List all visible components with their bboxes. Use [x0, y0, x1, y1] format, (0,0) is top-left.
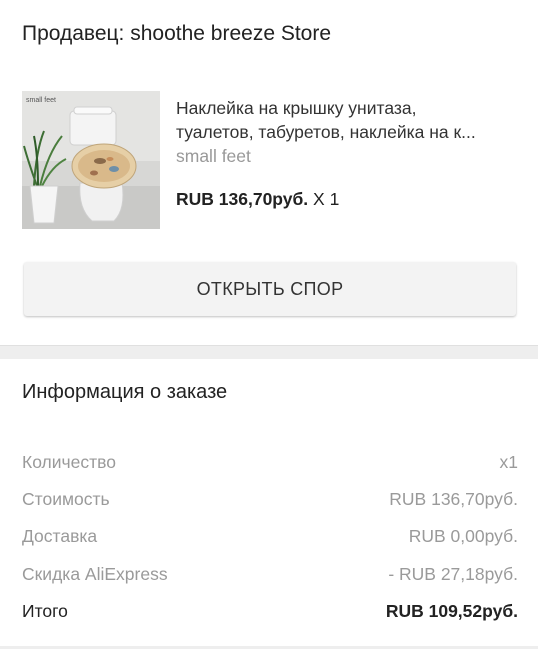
- discount-label: Скидка AliExpress: [22, 564, 168, 584]
- product-quantity: X 1: [308, 189, 340, 209]
- cost-value: RUB 136,70руб.: [389, 489, 518, 509]
- seller-name[interactable]: Продавец: shoothe breeze Store: [22, 22, 331, 46]
- order-info-title: Информация о заказе: [22, 381, 228, 403]
- order-info-card: Информация о заказе Количество x1 Стоимо…: [0, 359, 538, 649]
- product-price: RUB 136,70руб.: [176, 189, 309, 209]
- quantity-row: Количество x1: [22, 452, 518, 478]
- product-variant: small feet: [176, 146, 251, 166]
- quantity-label: Количество: [22, 452, 116, 472]
- total-row: Итого RUB 109,52руб.: [22, 601, 518, 627]
- total-value: RUB 109,52руб.: [385, 601, 518, 621]
- quantity-value: x1: [499, 452, 518, 472]
- cost-label: Стоимость: [22, 489, 110, 509]
- product-title[interactable]: Наклейка на крышку унитаза, туалетов, та…: [176, 96, 522, 144]
- total-label: Итого: [22, 601, 68, 621]
- discount-value: - RUB 27,18руб.: [388, 564, 518, 584]
- open-dispute-button[interactable]: ОТКРЫТЬ СПОР: [24, 262, 516, 316]
- product-photo: small feet: [22, 91, 160, 229]
- product-title-line-1: Наклейка на крышку унитаза,: [176, 98, 417, 118]
- image-caption: small feet: [26, 97, 56, 104]
- seller-card: Продавец: shoothe breeze Store small fee…: [0, 0, 538, 345]
- discount-row: Скидка AliExpress - RUB 27,18руб.: [22, 564, 518, 590]
- cost-row: Стоимость RUB 136,70руб.: [22, 489, 518, 515]
- product-image[interactable]: small feet: [22, 91, 160, 229]
- product-price-line: RUB 136,70руб. X 1: [176, 189, 339, 210]
- shipping-row: Доставка RUB 0,00руб.: [22, 526, 518, 552]
- product-title-line-2: туалетов, табуретов, наклейка на к...: [176, 122, 476, 142]
- shipping-value: RUB 0,00руб.: [408, 526, 518, 546]
- shipping-label: Доставка: [22, 526, 98, 546]
- section-divider: [0, 345, 538, 359]
